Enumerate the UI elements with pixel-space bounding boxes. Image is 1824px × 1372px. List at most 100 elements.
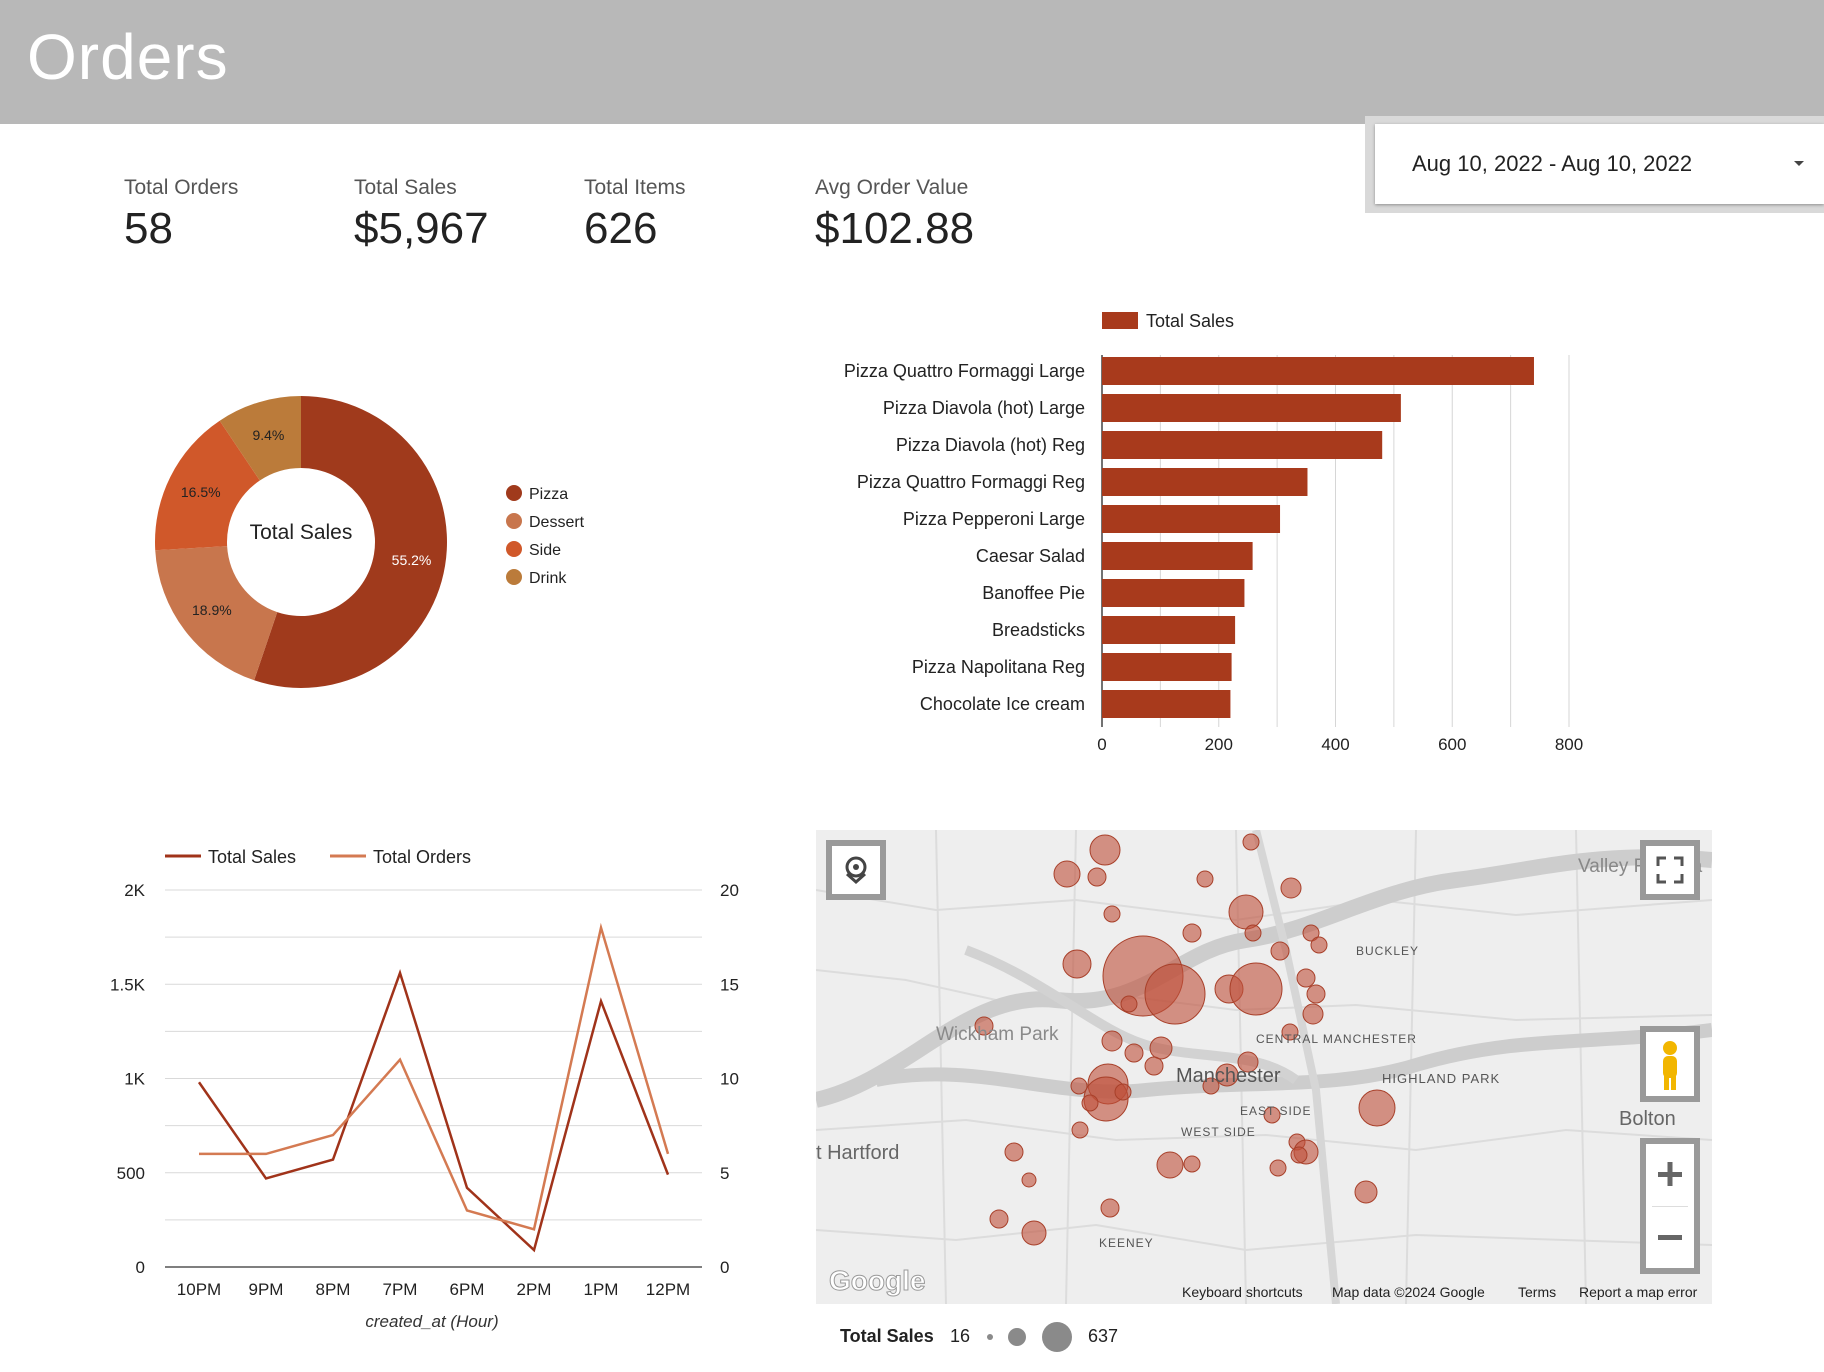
line-x-ticks: 10PM 9PM 8PM 7PM 6PM 2PM 1PM 12PM bbox=[177, 1280, 690, 1299]
date-range-label: Aug 10, 2022 - Aug 10, 2022 bbox=[1412, 151, 1693, 176]
map-bubble[interactable] bbox=[1081, 1094, 1099, 1112]
kpi-value: 626 bbox=[584, 204, 658, 253]
legend-dot-dessert bbox=[506, 513, 522, 529]
map-bubble[interactable] bbox=[1021, 1220, 1047, 1246]
donut-slice-label: 55.2% bbox=[392, 552, 432, 568]
kpi-total-items: Total Items 626 bbox=[584, 176, 686, 254]
y-left-tick-label: 0 bbox=[136, 1258, 145, 1277]
y-left-tick-label: 1K bbox=[124, 1070, 145, 1089]
map-bubble[interactable] bbox=[1100, 1198, 1120, 1218]
legend-dot-side bbox=[506, 541, 522, 557]
line-y-left-ticks: 0 500 1K 1.5K 2K bbox=[110, 881, 146, 1277]
map-bubble[interactable] bbox=[1144, 963, 1206, 1025]
line-series-total-sales[interactable] bbox=[197, 969, 670, 1253]
kpi-value: $102.88 bbox=[815, 204, 975, 253]
map-legend-sizes bbox=[987, 1322, 1072, 1352]
x-tick-label: 10PM bbox=[177, 1280, 221, 1299]
bar[interactable] bbox=[1102, 690, 1231, 718]
map-bubble[interactable] bbox=[1182, 923, 1202, 943]
y-right-tick-label: 5 bbox=[720, 1164, 729, 1183]
map-bubble[interactable] bbox=[1228, 894, 1264, 930]
map-bubble[interactable] bbox=[1269, 1159, 1287, 1177]
y-left-tick-label: 1.5K bbox=[110, 975, 146, 994]
bar[interactable] bbox=[1102, 431, 1383, 459]
kpi-label: Total Sales bbox=[354, 176, 457, 199]
map-bubble[interactable] bbox=[1280, 877, 1302, 899]
donut-center-label: Total Sales bbox=[250, 521, 353, 544]
map-bubble[interactable] bbox=[1290, 1146, 1308, 1164]
legend-dot-pizza bbox=[506, 485, 522, 501]
map-bubble[interactable] bbox=[1302, 1003, 1324, 1025]
map-bubble[interactable] bbox=[1149, 1036, 1173, 1060]
y-right-tick-label: 10 bbox=[720, 1070, 739, 1089]
zoom-control bbox=[1640, 1138, 1700, 1274]
map-bubble[interactable] bbox=[1270, 941, 1290, 961]
x-tick-label: 800 bbox=[1555, 735, 1583, 754]
bar-series bbox=[1102, 357, 1534, 718]
bar-category-label: Pizza Quattro Formaggi Reg bbox=[857, 472, 1085, 492]
bar[interactable] bbox=[1102, 542, 1253, 570]
x-tick-label: 7PM bbox=[383, 1280, 418, 1299]
map-bubble[interactable] bbox=[1070, 1077, 1088, 1095]
map-bubble[interactable] bbox=[1089, 834, 1121, 866]
minus-icon bbox=[1658, 1235, 1682, 1240]
zoom-out-button[interactable] bbox=[1646, 1207, 1694, 1268]
map-bubble[interactable] bbox=[1114, 1083, 1132, 1101]
map-bubble[interactable] bbox=[1196, 870, 1214, 888]
bar[interactable] bbox=[1102, 505, 1281, 533]
map-bubble[interactable] bbox=[1004, 1142, 1024, 1162]
map-bubble[interactable] bbox=[1120, 995, 1138, 1013]
bubble-map[interactable]: Wickham Park Manchester CENTRAL MANCHEST… bbox=[816, 830, 1712, 1304]
map-bubble[interactable] bbox=[1103, 905, 1121, 923]
map-bubble[interactable] bbox=[989, 1209, 1009, 1229]
map-bubble[interactable] bbox=[1144, 1056, 1164, 1076]
line-y-right-ticks: 0 5 10 15 20 bbox=[720, 881, 739, 1277]
legend-label-side: Side bbox=[529, 542, 561, 559]
bar[interactable] bbox=[1102, 394, 1401, 422]
map-bubble[interactable] bbox=[1021, 1172, 1037, 1188]
legend-swatch-total-sales bbox=[1102, 312, 1138, 329]
map-bubble[interactable] bbox=[1156, 1151, 1184, 1179]
bar[interactable] bbox=[1102, 468, 1308, 496]
map-bubble[interactable] bbox=[1358, 1089, 1396, 1127]
map-bubble[interactable] bbox=[1124, 1043, 1144, 1063]
bar[interactable] bbox=[1102, 653, 1232, 681]
map-label-bolton: Bolton bbox=[1619, 1108, 1676, 1130]
report-map-error-link[interactable]: Report a map error bbox=[1579, 1284, 1697, 1300]
bar[interactable] bbox=[1102, 616, 1236, 644]
x-tick-label: 8PM bbox=[316, 1280, 351, 1299]
map-bubble[interactable] bbox=[1183, 1155, 1201, 1173]
bar[interactable] bbox=[1102, 579, 1245, 607]
map-bubble[interactable] bbox=[1354, 1180, 1378, 1204]
map-bubble[interactable] bbox=[1229, 962, 1283, 1016]
kpi-label: Avg Order Value bbox=[815, 176, 969, 199]
map-bubble[interactable] bbox=[1310, 936, 1328, 954]
map-bubble[interactable] bbox=[1101, 1030, 1123, 1052]
fullscreen-button[interactable] bbox=[1640, 840, 1700, 900]
line-x-axis-title: created_at (Hour) bbox=[365, 1312, 498, 1331]
keyboard-shortcuts-link[interactable]: Keyboard shortcuts bbox=[1182, 1284, 1303, 1300]
bar[interactable] bbox=[1102, 357, 1534, 385]
terms-link[interactable]: Terms bbox=[1518, 1284, 1556, 1300]
map-bubble[interactable] bbox=[1053, 860, 1081, 888]
locate-button[interactable] bbox=[826, 840, 886, 900]
map-bubble[interactable] bbox=[1071, 1121, 1089, 1139]
map-bubble[interactable] bbox=[1087, 867, 1107, 887]
map-bubble[interactable] bbox=[1062, 949, 1092, 979]
zoom-in-button[interactable] bbox=[1646, 1144, 1694, 1206]
map-bubble[interactable] bbox=[1296, 968, 1316, 988]
bar-category-label: Pizza Quattro Formaggi Large bbox=[844, 361, 1085, 381]
line-chart: Total Sales Total Orders 0 500 1K 1.5K 2K 0 5… bbox=[110, 847, 739, 1331]
street-view-button[interactable] bbox=[1640, 1026, 1700, 1102]
map-bubble[interactable] bbox=[1306, 984, 1326, 1004]
kpi-label: Total Items bbox=[584, 176, 686, 199]
map-bubble[interactable] bbox=[1242, 833, 1260, 851]
bar-category-label: Chocolate Ice cream bbox=[920, 694, 1085, 714]
date-range-picker[interactable]: Aug 10, 2022 - Aug 10, 2022 bbox=[1375, 124, 1824, 204]
map-label-highland-park: HIGHLAND PARK bbox=[1382, 1071, 1500, 1086]
donut-legend: Pizza Dessert Side Drink bbox=[506, 485, 585, 587]
map-bubble[interactable] bbox=[1244, 924, 1262, 942]
chevron-down-icon[interactable] bbox=[1794, 161, 1804, 166]
kpi-value: $5,967 bbox=[354, 204, 489, 253]
bar-category-label: Pizza Pepperoni Large bbox=[903, 509, 1085, 529]
